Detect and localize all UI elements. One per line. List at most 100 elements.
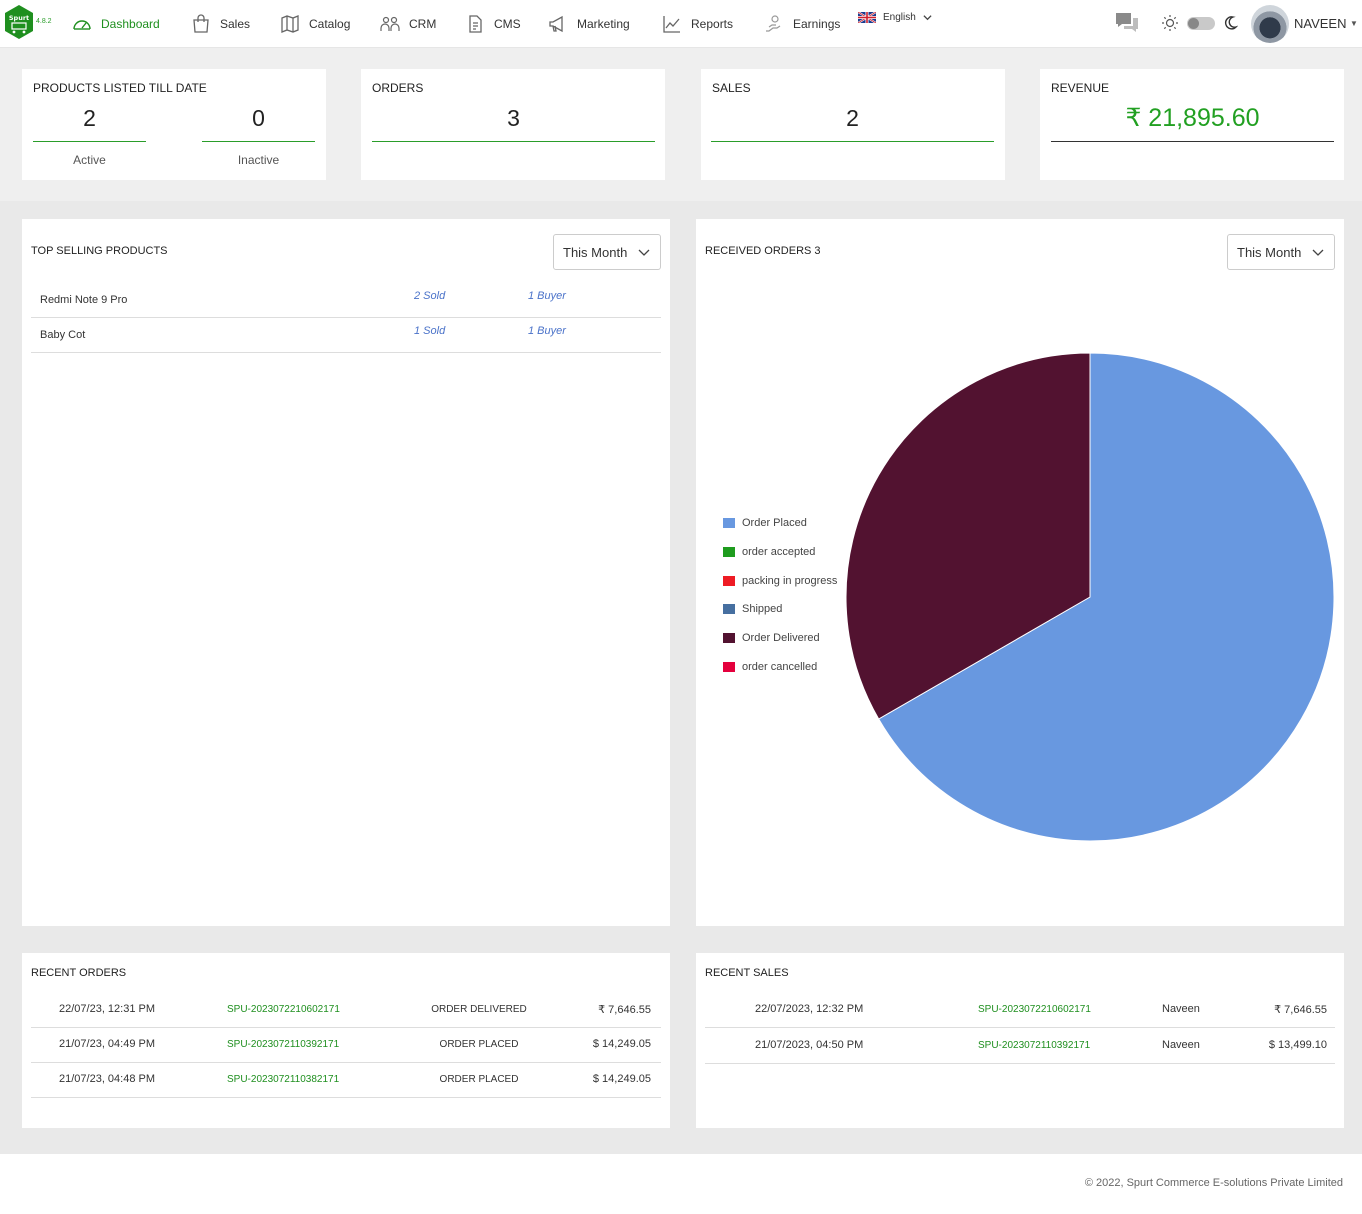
sale-order-id-link[interactable]: SPU-2023072110392171: [978, 1040, 1090, 1051]
document-icon: [469, 15, 482, 33]
money-hand-icon: [766, 15, 781, 32]
legend-item[interactable]: order accepted: [723, 546, 815, 558]
inactive-products-count: 0: [252, 105, 265, 131]
legend-swatch: [723, 518, 735, 528]
nav-reports-label: Reports: [691, 17, 734, 31]
theme-toggle[interactable]: [1187, 17, 1215, 30]
uk-flag-icon: [858, 12, 876, 23]
legend-label: Shipped: [742, 603, 783, 616]
active-products-count: 2: [83, 105, 96, 131]
nav-sales[interactable]: Sales: [191, 12, 250, 36]
order-date: 21/07/23, 04:49 PM: [59, 1038, 156, 1050]
user-menu-caret-icon[interactable]: ▼: [1350, 19, 1358, 28]
received-orders-pie-chart: [845, 352, 1335, 842]
nav-crm-label: CRM: [409, 17, 437, 31]
sales-title: SALES: [712, 81, 751, 95]
received-orders-title: RECEIVED ORDERS 3: [705, 245, 821, 257]
order-amount: $ 14,249.05: [592, 1038, 651, 1050]
sun-icon: [1162, 15, 1178, 31]
language-label: English: [883, 12, 916, 23]
legend-item[interactable]: packing in progress: [723, 575, 837, 587]
sale-order-id-link[interactable]: SPU-2023072210602171: [978, 1004, 1091, 1015]
nav-cms[interactable]: CMS: [465, 12, 521, 36]
logo-text: Spurt: [9, 14, 29, 22]
legend-swatch: [723, 546, 735, 557]
sale-date: 22/07/2023, 12:32 PM: [755, 1003, 864, 1015]
map-book-icon: [281, 15, 299, 33]
nav-cms-label: CMS: [494, 17, 521, 31]
app-version: 4.8.2: [36, 18, 52, 25]
nav-earnings-label: Earnings: [793, 17, 841, 31]
revenue-value: ₹ 21,895.60: [1125, 104, 1260, 132]
nav-catalog-label: Catalog: [309, 17, 351, 31]
table-row[interactable]: 21/07/23, 04:49 PM SPU-2023072110392171 OR…: [31, 1028, 661, 1063]
users-icon: [380, 16, 400, 31]
products-title: PRODUCTS LISTED TILL DATE: [33, 81, 207, 95]
user-name[interactable]: NAVEEN: [1294, 16, 1347, 31]
legend-item[interactable]: Order Placed: [723, 517, 807, 529]
table-row[interactable]: Redmi Note 9 Pro 2 Sold 1 Buyer: [31, 283, 661, 318]
orders-title: ORDERS: [372, 81, 424, 95]
top-selling-period-dropdown[interactable]: This Month: [553, 234, 661, 270]
legend-swatch: [723, 662, 735, 672]
legend-item[interactable]: order cancelled: [723, 661, 817, 673]
sale-customer: Naveen: [1162, 1039, 1200, 1051]
legend-item[interactable]: Order Delivered: [723, 632, 820, 644]
legend-item[interactable]: Shipped: [723, 603, 782, 615]
order-id-link[interactable]: SPU-2023072210602171: [227, 1004, 340, 1015]
chevron-down-icon: [638, 249, 650, 256]
table-row[interactable]: 22/07/23, 12:31 PM SPU-2023072210602171 OR…: [31, 993, 661, 1028]
moon-icon: [1225, 16, 1238, 30]
megaphone-icon: [549, 15, 563, 33]
order-status: ORDER PLACED: [439, 1039, 519, 1050]
legend-label: order accepted: [742, 545, 816, 558]
nav-sales-label: Sales: [220, 17, 251, 31]
nav-dashboard[interactable]: Dashboard: [72, 12, 160, 36]
recent-sales-title: RECENT SALES: [705, 967, 789, 979]
nav-reports[interactable]: Reports: [662, 12, 733, 36]
sale-amount: ₹ 7,646.55: [1274, 1004, 1327, 1016]
order-id-link[interactable]: SPU-2023072110392171: [227, 1039, 339, 1050]
revenue-title: REVENUE: [1051, 81, 1110, 95]
footer-copyright: © 2022, Spurt Commerce E-solutions Priva…: [1084, 1177, 1343, 1189]
legend-swatch: [723, 633, 735, 644]
product-sold: 1 Sold: [414, 325, 446, 337]
nav-marketing[interactable]: Marketing: [548, 12, 630, 36]
sales-count: 2: [846, 105, 859, 131]
nav-marketing-label: Marketing: [577, 17, 630, 31]
chat-icon[interactable]: [1114, 11, 1140, 35]
table-row[interactable]: Baby Cot 1 Sold 1 Buyer: [31, 318, 661, 353]
active-underline: [33, 141, 146, 142]
top-navigation-bar: Spurt 4.8.2 Dashboard Sales Catalog CRM …: [0, 0, 1362, 48]
legend-label: packing in progress: [742, 574, 838, 587]
product-buyers: 1 Buyer: [528, 325, 566, 337]
chevron-down-icon: [1312, 249, 1324, 256]
shopping-bag-icon: [193, 14, 209, 33]
product-name: Redmi Note 9 Pro: [40, 294, 128, 306]
top-selling-panel: TOP SELLING PRODUCTS This Month Redmi No…: [22, 219, 670, 926]
nav-crm[interactable]: CRM: [380, 12, 436, 36]
order-date: 22/07/23, 12:31 PM: [59, 1003, 156, 1015]
received-orders-period-dropdown[interactable]: This Month: [1227, 234, 1335, 270]
sale-customer: Naveen: [1162, 1003, 1200, 1015]
legend-swatch: [723, 575, 735, 586]
nav-catalog[interactable]: Catalog: [280, 12, 350, 36]
spurt-logo[interactable]: Spurt: [4, 4, 34, 40]
sales-card: SALES 2: [701, 69, 1005, 180]
sale-amount: $ 13,499.10: [1268, 1039, 1327, 1051]
orders-card: ORDERS 3: [361, 69, 665, 180]
sale-date: 21/07/2023, 04:50 PM: [755, 1039, 864, 1051]
table-row[interactable]: 22/07/2023, 12:32 PM SPU-2023072210602171…: [705, 993, 1335, 1028]
legend-swatch: [723, 604, 735, 615]
orders-underline: [372, 141, 655, 142]
legend-label: Order Placed: [742, 517, 807, 529]
table-row[interactable]: 21/07/23, 04:48 PM SPU-2023072110382171 OR…: [31, 1063, 661, 1098]
order-id-link[interactable]: SPU-2023072110382171: [227, 1074, 339, 1085]
received-orders-period-value: This Month: [1237, 244, 1302, 260]
user-avatar[interactable]: [1251, 5, 1289, 43]
nav-earnings[interactable]: Earnings: [764, 12, 840, 36]
language-selector[interactable]: English: [858, 12, 932, 23]
table-row[interactable]: 21/07/2023, 04:50 PM SPU-2023072110392171…: [705, 1029, 1335, 1064]
active-label: Active: [73, 153, 106, 167]
order-status: ORDER PLACED: [439, 1074, 519, 1085]
